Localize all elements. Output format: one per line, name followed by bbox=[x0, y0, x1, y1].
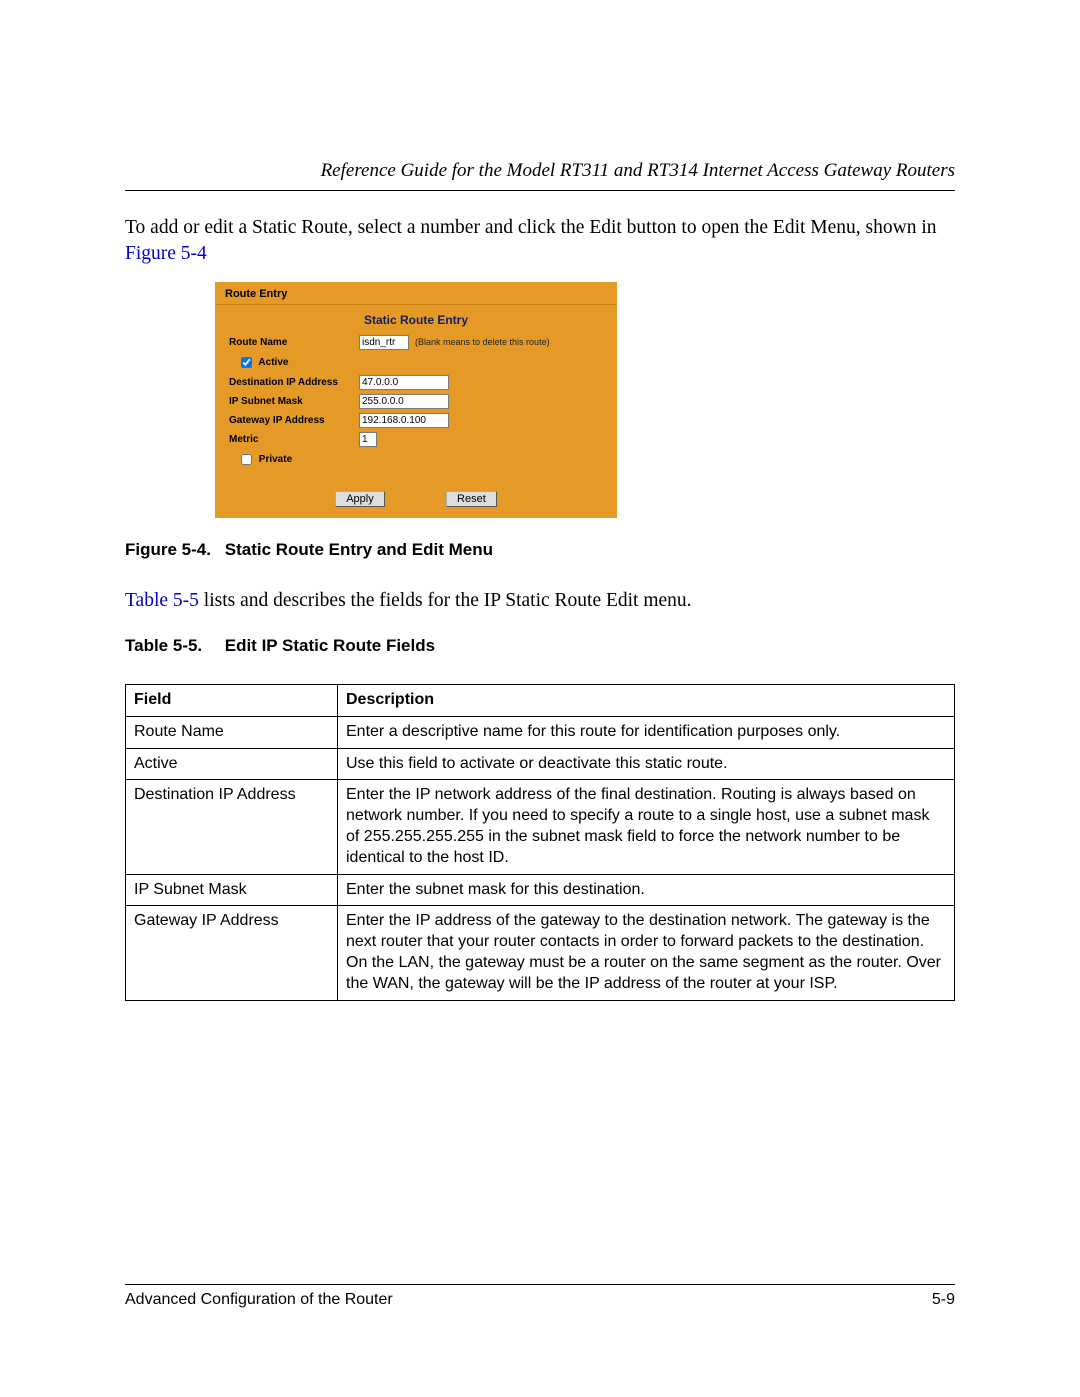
metric-input[interactable] bbox=[359, 432, 377, 447]
table-caption: Table 5-5. Edit IP Static Route Fields bbox=[125, 636, 955, 656]
metric-label: Metric bbox=[229, 434, 359, 445]
subnet-input[interactable] bbox=[359, 394, 449, 409]
table-cell-desc: Use this field to activate or deactivate… bbox=[338, 748, 955, 780]
intro-text: To add or edit a Static Route, select a … bbox=[125, 217, 937, 238]
table-caption-number: Table 5-5. bbox=[125, 636, 220, 656]
table-row: Route Name Enter a descriptive name for … bbox=[126, 716, 955, 748]
footer-page-number: 5-9 bbox=[932, 1291, 955, 1309]
document-header-title: Reference Guide for the Model RT311 and … bbox=[125, 160, 955, 191]
table-row: Active Use this field to activate or dea… bbox=[126, 748, 955, 780]
active-label: Active bbox=[258, 357, 288, 368]
panel-title: Static Route Entry bbox=[215, 305, 617, 335]
figure-5-4: Route Entry Static Route Entry Route Nam… bbox=[215, 282, 955, 518]
panel-header: Route Entry bbox=[215, 282, 617, 305]
figure-link[interactable]: Figure 5-4 bbox=[125, 243, 207, 264]
private-label: Private bbox=[259, 454, 292, 465]
table-cell-desc: Enter a descriptive name for this route … bbox=[338, 716, 955, 748]
route-entry-panel: Route Entry Static Route Entry Route Nam… bbox=[215, 282, 617, 518]
private-label-wrap: Private bbox=[229, 451, 367, 468]
figure-caption-number: Figure 5-4. bbox=[125, 540, 220, 560]
active-label-wrap: Active bbox=[229, 354, 367, 371]
post-figure-paragraph: Table 5-5 lists and describes the fields… bbox=[125, 588, 955, 614]
intro-paragraph: To add or edit a Static Route, select a … bbox=[125, 215, 955, 268]
gateway-label: Gateway IP Address bbox=[229, 415, 359, 426]
reset-button[interactable]: Reset bbox=[446, 491, 497, 507]
figure-caption-text: Static Route Entry and Edit Menu bbox=[225, 540, 493, 559]
table-cell-desc: Enter the IP address of the gateway to t… bbox=[338, 906, 955, 1000]
table-cell-field: Gateway IP Address bbox=[126, 906, 338, 1000]
table-row: IP Subnet Mask Enter the subnet mask for… bbox=[126, 874, 955, 906]
route-name-input[interactable] bbox=[359, 335, 409, 350]
post-figure-text: lists and describes the fields for the I… bbox=[199, 590, 692, 611]
route-name-label: Route Name bbox=[229, 337, 359, 348]
gateway-input[interactable] bbox=[359, 413, 449, 428]
route-name-hint: (Blank means to delete this route) bbox=[415, 337, 550, 347]
private-checkbox[interactable] bbox=[241, 454, 252, 465]
table-caption-text: Edit IP Static Route Fields bbox=[225, 636, 435, 655]
apply-button[interactable]: Apply bbox=[335, 491, 385, 507]
fields-table: Field Description Route Name Enter a des… bbox=[125, 684, 955, 1001]
table-cell-field: IP Subnet Mask bbox=[126, 874, 338, 906]
subnet-label: IP Subnet Mask bbox=[229, 396, 359, 407]
table-cell-desc: Enter the subnet mask for this destinati… bbox=[338, 874, 955, 906]
dest-ip-input[interactable] bbox=[359, 375, 449, 390]
table-cell-field: Active bbox=[126, 748, 338, 780]
page-footer: Advanced Configuration of the Router 5-9 bbox=[125, 1284, 955, 1309]
table-cell-field: Destination IP Address bbox=[126, 780, 338, 874]
footer-left: Advanced Configuration of the Router bbox=[125, 1291, 393, 1309]
table-cell-desc: Enter the IP network address of the fina… bbox=[338, 780, 955, 874]
table-header-desc: Description bbox=[338, 684, 955, 716]
table-row: Gateway IP Address Enter the IP address … bbox=[126, 906, 955, 1000]
figure-caption: Figure 5-4. Static Route Entry and Edit … bbox=[125, 540, 955, 560]
table-row: Destination IP Address Enter the IP netw… bbox=[126, 780, 955, 874]
table-link[interactable]: Table 5-5 bbox=[125, 590, 199, 611]
dest-ip-label: Destination IP Address bbox=[229, 377, 359, 388]
active-checkbox[interactable] bbox=[241, 357, 252, 368]
table-cell-field: Route Name bbox=[126, 716, 338, 748]
table-header-field: Field bbox=[126, 684, 338, 716]
